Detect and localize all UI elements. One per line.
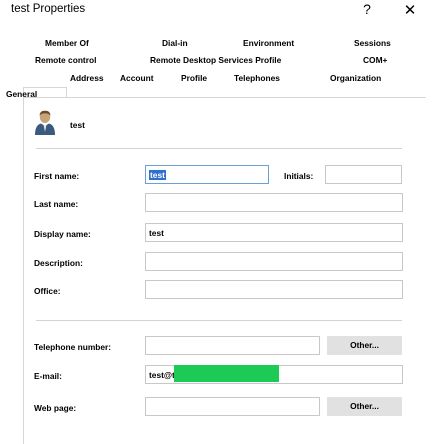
description-label: Description: [34, 258, 83, 268]
close-button[interactable]: ✕ [399, 1, 421, 19]
redaction-block [174, 365, 279, 382]
office-field[interactable] [145, 280, 403, 299]
tab-dial-in[interactable]: Dial-in [162, 38, 188, 48]
webpage-field[interactable] [145, 397, 320, 416]
first-name-field[interactable]: test [145, 165, 269, 184]
tab-remote-control[interactable]: Remote control [35, 55, 96, 65]
tab-rds-profile[interactable]: Remote Desktop Services Profile [150, 55, 281, 65]
tab-row-1: Member Of Dial-in Environment Sessions [23, 38, 425, 51]
description-field[interactable] [145, 252, 403, 271]
tab-account[interactable]: Account [120, 73, 154, 83]
first-name-label: First name: [34, 171, 80, 181]
webpage-label: Web page: [34, 403, 77, 413]
user-display-name: test [70, 120, 85, 130]
email-value: test@t [149, 370, 175, 380]
tab-com-plus[interactable]: COM+ [363, 55, 387, 65]
separator-middle [36, 320, 402, 321]
tab-profile[interactable]: Profile [181, 73, 207, 83]
tab-row-2: Remote control Remote Desktop Services P… [23, 55, 425, 68]
tab-sessions[interactable]: Sessions [354, 38, 391, 48]
initials-field[interactable] [325, 165, 402, 184]
tab-member-of[interactable]: Member Of [45, 38, 89, 48]
window-title: test Properties [11, 3, 86, 15]
properties-dialog: test Properties ? ✕ Member Of Dial-in En… [0, 0, 442, 444]
tab-organization[interactable]: Organization [330, 73, 381, 83]
office-label: Office: [34, 286, 61, 296]
tab-row-3: General Address Account Profile Telephon… [6, 73, 425, 99]
title-bar[interactable]: test Properties ? ✕ [0, 0, 442, 22]
tab-address[interactable]: Address [70, 73, 104, 83]
telephone-label: Telephone number: [34, 342, 112, 352]
telephone-other-button[interactable]: Other... [327, 336, 402, 355]
user-icon [35, 110, 55, 135]
display-name-field[interactable]: test [145, 223, 403, 242]
initials-label: Initials: [284, 171, 314, 181]
tab-environment[interactable]: Environment [243, 38, 294, 48]
separator-top [36, 148, 402, 149]
last-name-field[interactable] [145, 193, 403, 212]
email-label: E-mail: [34, 371, 62, 381]
help-button[interactable]: ? [357, 1, 377, 17]
webpage-other-button[interactable]: Other... [327, 397, 402, 416]
telephone-field[interactable] [145, 336, 320, 355]
last-name-label: Last name: [34, 199, 79, 209]
tab-telephones[interactable]: Telephones [234, 73, 280, 83]
display-name-label: Display name: [34, 229, 91, 239]
first-name-value: test [149, 170, 166, 180]
